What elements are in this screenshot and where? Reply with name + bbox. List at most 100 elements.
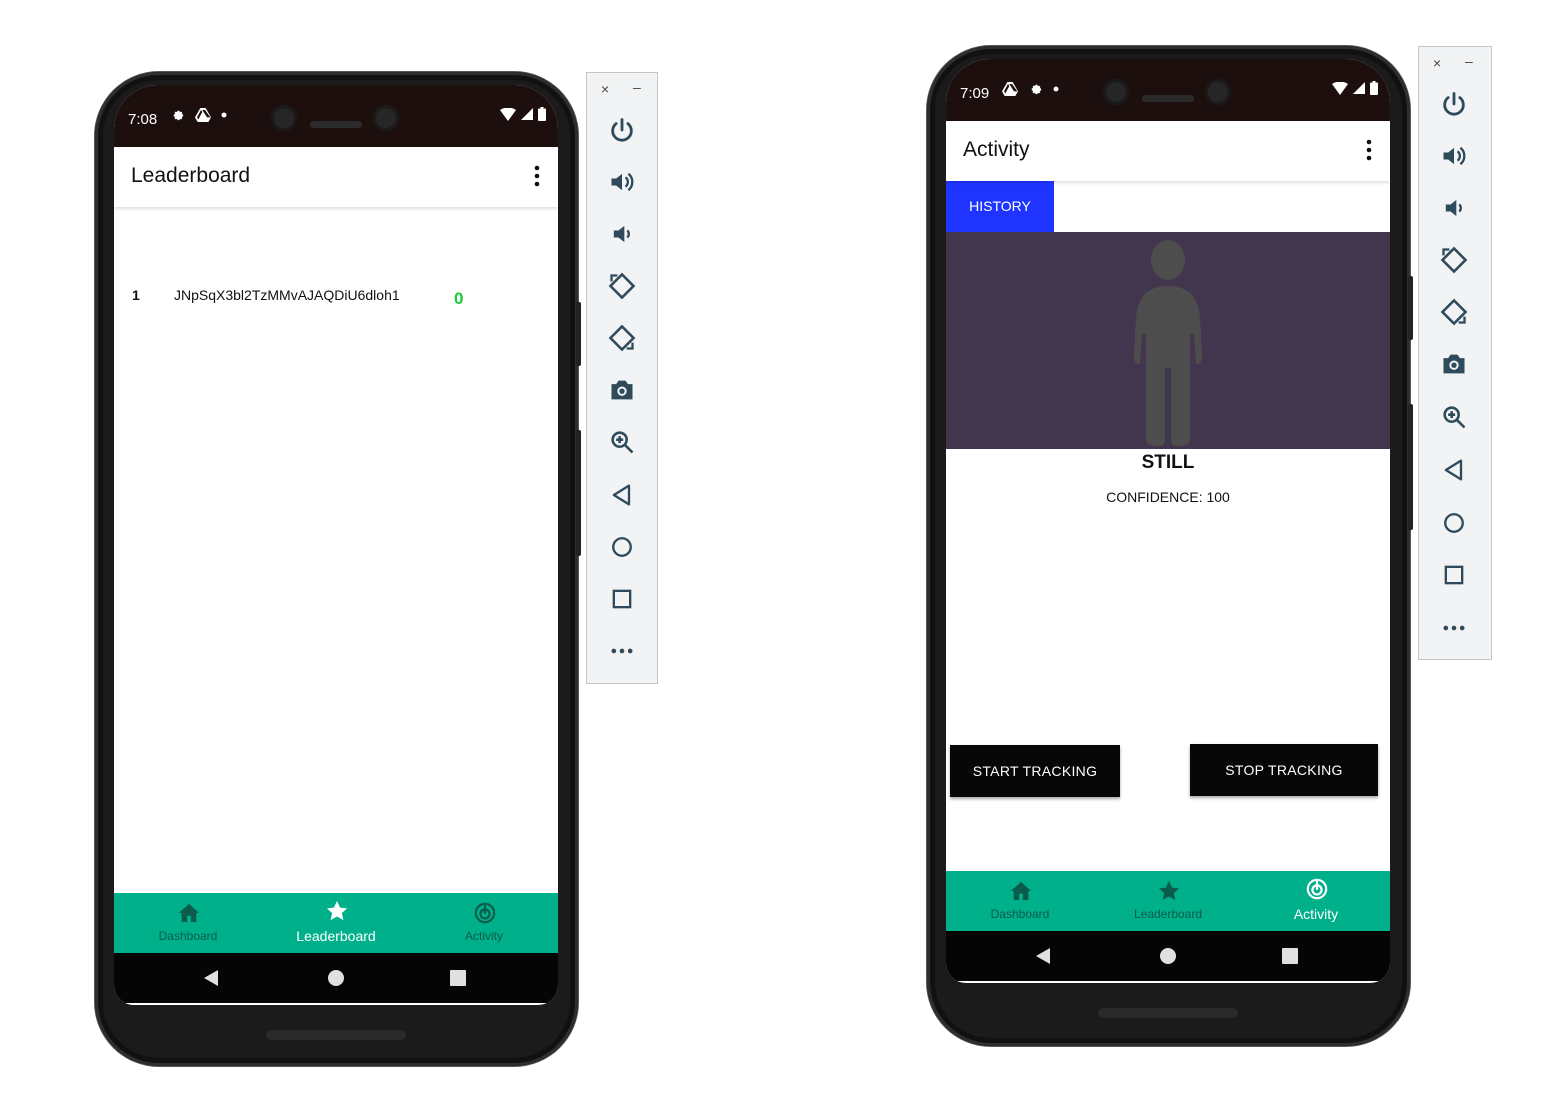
volume-down-icon[interactable]: [1440, 194, 1468, 222]
home-icon: [178, 903, 200, 923]
start-tracking-button[interactable]: START TRACKING: [950, 745, 1120, 797]
activity-icon: [1306, 878, 1328, 900]
home-icon[interactable]: [608, 533, 636, 561]
rotate-right-icon[interactable]: [1440, 298, 1468, 326]
toolbar-minimize-button[interactable]: –: [1465, 53, 1473, 69]
screen-right: 7:09 Activity HISTORY STILL CONFIDENCE: …: [946, 59, 1390, 983]
home-circle-icon[interactable]: [1159, 947, 1177, 965]
activity-state-label: STILL: [1141, 452, 1195, 473]
activity-confidence: CONFIDENCE: 100: [1106, 489, 1230, 505]
phone-side-button: [1408, 276, 1413, 340]
recents-icon[interactable]: [449, 969, 467, 987]
bottom-navigation: Dashboard Leaderboard Activity: [114, 893, 558, 953]
earpiece: [310, 121, 362, 128]
bottom-speaker: [266, 1030, 406, 1040]
emulator-toolbar-left: × –: [586, 72, 658, 684]
gear-icon: [173, 110, 184, 121]
wifi-icon: [1332, 81, 1348, 95]
nav-tab-dashboard[interactable]: Dashboard: [114, 893, 262, 953]
dot-icon: [1053, 86, 1059, 91]
phone-side-button: [576, 430, 581, 556]
more-icon[interactable]: [1440, 614, 1468, 642]
bottom-speaker: [1098, 1008, 1238, 1018]
phone-frame-right: 7:09 Activity HISTORY STILL CONFIDENCE: …: [927, 46, 1413, 1046]
phone-frame-left: 7:08 Leaderboard 1 JNpSqX3bl2TzMMvAJAQDi…: [95, 72, 581, 1066]
zoom-icon[interactable]: [608, 428, 636, 456]
leaderboard-rank: 1: [132, 287, 140, 303]
volume-down-icon[interactable]: [608, 220, 636, 248]
status-bar: 7:08: [114, 85, 558, 147]
more-icon[interactable]: [608, 637, 636, 665]
app-bar: Leaderboard: [114, 147, 558, 207]
power-icon[interactable]: [608, 116, 636, 144]
battery-icon: [1370, 81, 1378, 95]
nav-tab-activity[interactable]: Activity: [1242, 871, 1390, 931]
toolbar-close-button[interactable]: ×: [1433, 55, 1441, 71]
power-icon[interactable]: [1440, 90, 1468, 118]
earpiece: [1142, 95, 1194, 102]
front-camera: [1205, 79, 1231, 105]
dot-icon: [221, 112, 227, 117]
system-navigation-bar: [114, 953, 558, 1003]
front-camera: [373, 105, 399, 131]
leaderboard-user-id: JNpSqX3bl2TzMMvAJAQDiU6dloh1: [174, 287, 400, 303]
leaderboard-row[interactable]: 1 JNpSqX3bl2TzMMvAJAQDiU6dloh1 0: [114, 287, 558, 317]
toolbar-minimize-button[interactable]: –: [633, 79, 641, 95]
toolbar-close-button[interactable]: ×: [601, 81, 609, 97]
back-icon[interactable]: [608, 481, 636, 509]
back-icon[interactable]: [1034, 947, 1052, 965]
status-time: 7:08: [128, 111, 158, 128]
screen-left: 7:08 Leaderboard 1 JNpSqX3bl2TzMMvAJAQDi…: [114, 85, 558, 1005]
back-icon[interactable]: [1440, 456, 1468, 484]
home-icon: [1010, 881, 1032, 901]
back-icon[interactable]: [202, 969, 220, 987]
rotate-left-icon[interactable]: [1440, 246, 1468, 274]
signal-icon: [521, 108, 533, 120]
bottom-navigation: Dashboard Leaderboard Activity: [946, 871, 1390, 931]
status-time: 7:09: [960, 85, 990, 102]
nav-label-leaderboard: Leaderboard: [1133, 907, 1203, 921]
status-bar: 7:09: [946, 59, 1390, 121]
system-navigation-bar: [946, 931, 1390, 981]
star-icon: [1158, 880, 1180, 901]
star-icon: [326, 900, 348, 921]
emulator-toolbar-right: × –: [1418, 46, 1492, 660]
phone-side-button: [1408, 404, 1413, 530]
leaderboard-score: 0: [454, 289, 464, 308]
nav-tab-activity[interactable]: Activity: [410, 893, 558, 953]
gear-icon: [1031, 84, 1042, 95]
more-vert-icon[interactable]: [534, 165, 540, 187]
stop-tracking-button[interactable]: STOP TRACKING: [1190, 744, 1378, 796]
rotate-right-icon[interactable]: [608, 324, 636, 352]
nav-label-dashboard: Dashboard: [990, 907, 1050, 921]
drive-icon: [195, 107, 211, 122]
overview-icon[interactable]: [608, 585, 636, 613]
volume-up-icon[interactable]: [1440, 142, 1468, 170]
camera-icon[interactable]: [1440, 350, 1468, 378]
nav-tab-leaderboard[interactable]: Leaderboard: [262, 893, 410, 953]
drive-icon: [1002, 81, 1018, 96]
overview-icon[interactable]: [1440, 561, 1468, 589]
rotate-left-icon[interactable]: [608, 272, 636, 300]
battery-icon: [538, 107, 546, 121]
front-camera: [1103, 79, 1129, 105]
zoom-icon[interactable]: [1440, 403, 1468, 431]
recents-icon[interactable]: [1281, 947, 1299, 965]
signal-icon: [1353, 82, 1365, 94]
more-vert-icon[interactable]: [1366, 139, 1372, 161]
camera-icon[interactable]: [608, 376, 636, 404]
nav-label-dashboard: Dashboard: [158, 929, 218, 943]
history-button[interactable]: HISTORY: [946, 180, 1054, 232]
nav-tab-leaderboard[interactable]: Leaderboard: [1094, 871, 1242, 931]
nav-label-activity: Activity: [464, 929, 503, 943]
front-camera: [271, 105, 297, 131]
home-icon[interactable]: [1440, 509, 1468, 537]
nav-label-leaderboard: Leaderboard: [296, 928, 376, 944]
nav-label-activity: Activity: [1293, 906, 1339, 922]
phone-side-button: [576, 302, 581, 366]
activity-image-banner: [946, 232, 1390, 449]
volume-up-icon[interactable]: [608, 168, 636, 196]
home-circle-icon[interactable]: [327, 969, 345, 987]
nav-tab-dashboard[interactable]: Dashboard: [946, 871, 1094, 931]
page-title: Activity: [963, 138, 1030, 161]
